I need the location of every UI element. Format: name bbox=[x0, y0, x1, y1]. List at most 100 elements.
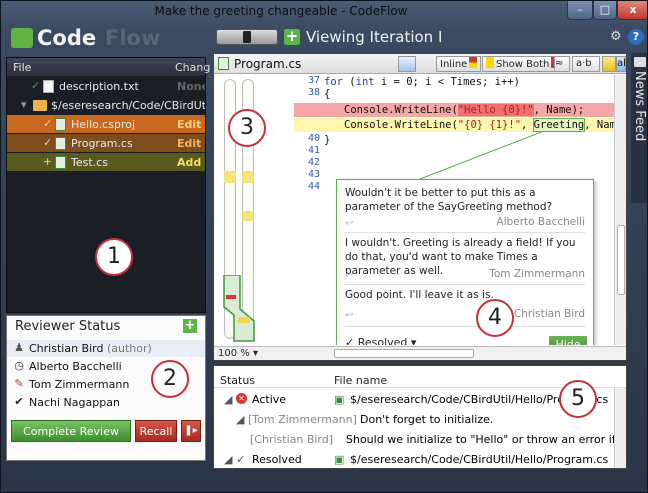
file-row[interactable]: + Test.cs Add bbox=[7, 153, 205, 171]
highlight-toggle-icon[interactable] bbox=[602, 56, 616, 72]
comment-text: Good point. I'll leave it as is. bbox=[345, 289, 494, 301]
editor-tab-title[interactable]: Program.cs bbox=[234, 57, 301, 71]
file-status: Edit bbox=[177, 137, 202, 150]
folder-icon bbox=[33, 100, 47, 111]
close-button[interactable]: x bbox=[617, 1, 647, 20]
iteration-bar: + Viewing Iteration I ⚙ ? bbox=[216, 23, 644, 51]
add-iteration-button[interactable]: + bbox=[284, 29, 300, 45]
comment-bubble-icon[interactable] bbox=[398, 56, 416, 72]
reviewer-status-title: Reviewer Status bbox=[15, 319, 121, 334]
dropdown-arrow-icon: ▾ bbox=[410, 336, 417, 345]
word-diff-button[interactable]: a·b bbox=[572, 56, 600, 72]
expand-arrow-icon[interactable]: ◢ bbox=[224, 393, 232, 406]
inline-color-icon bbox=[469, 57, 478, 68]
resolved-check-icon: ✓ bbox=[345, 336, 355, 345]
thread-comment-row[interactable]: [Christian Bird] Should we initialize to… bbox=[214, 430, 614, 448]
news-feed-tab[interactable]: News Feed bbox=[631, 53, 647, 203]
code-editor[interactable]: 37 38 39 40 41 42 43 44 for (int i = 0; … bbox=[214, 75, 614, 345]
active-thread-icon: ✕ bbox=[236, 393, 247, 404]
reviewer-row[interactable]: ♟ Christian Bird (author) bbox=[7, 340, 205, 357]
inline-view-toggle[interactable]: Inline bbox=[436, 56, 482, 72]
file-name: Program.cs bbox=[71, 137, 133, 150]
code-line-38: { bbox=[324, 88, 331, 100]
callout-1: 1 bbox=[95, 238, 133, 276]
zoom-select[interactable]: 100 % ▾ bbox=[218, 348, 258, 359]
callout-2: 2 bbox=[151, 360, 189, 398]
file-status: None bbox=[177, 80, 205, 93]
editor-vertical-scrollbar[interactable] bbox=[614, 75, 626, 345]
file-column-header[interactable]: File bbox=[13, 61, 31, 74]
maximize-button[interactable]: □ bbox=[593, 1, 617, 20]
show-both-toggle[interactable]: Show Both bbox=[482, 56, 564, 72]
zoom-value: 100 % bbox=[218, 348, 250, 359]
line-number: 40 bbox=[307, 133, 320, 144]
file-status: Edit bbox=[177, 118, 202, 131]
iteration-slider-knob[interactable] bbox=[243, 31, 251, 43]
code-line-40: } bbox=[324, 134, 331, 146]
check-icon: ✓ bbox=[43, 136, 53, 149]
logo-code-text: Code bbox=[37, 26, 97, 50]
file-row[interactable]: ✓ description.txt None bbox=[7, 77, 205, 95]
line-numbers: 37 38 39 40 41 42 43 44 bbox=[294, 75, 320, 193]
intraline-button[interactable]: ab bbox=[616, 56, 626, 72]
editor-status-bar: 100 % ▾ bbox=[214, 346, 626, 360]
resolved-status-dropdown[interactable]: ✓ Resolved ▾ bbox=[345, 336, 416, 345]
horizontal-scroll-thumb[interactable] bbox=[334, 349, 474, 358]
comment-author: [Tom Zimmermann] bbox=[248, 413, 357, 426]
author-note: (author) bbox=[106, 342, 152, 355]
gear-icon[interactable]: ⚙ bbox=[610, 30, 624, 44]
deleted-string: "Hello {0}!" bbox=[457, 104, 534, 116]
minimize-button[interactable]: – bbox=[567, 1, 593, 20]
file-row[interactable]: ✓ Hello.csproj Edit bbox=[7, 115, 205, 133]
expand-arrow-icon[interactable]: ◢ bbox=[236, 413, 244, 426]
overview-change-marker bbox=[224, 171, 236, 183]
folder-row[interactable]: ▾ $/eseresearch/Code/CBirdUtil/He bbox=[7, 96, 205, 114]
whitespace-icon[interactable]: ≈ bbox=[554, 56, 570, 72]
complete-review-button[interactable]: Complete Review bbox=[11, 420, 131, 442]
scroll-thumb[interactable] bbox=[617, 225, 625, 295]
resolved-check-icon: ✓ bbox=[236, 453, 246, 466]
news-feed-icon bbox=[634, 57, 646, 67]
window-title: Make the greeting changeable - CodeFlow bbox=[154, 4, 408, 18]
file-name: Hello.csproj bbox=[71, 118, 136, 131]
inline-label: Inline bbox=[440, 59, 468, 70]
thread-comment-row[interactable]: ◢ [Tom Zimmermann] Don't forget to initi… bbox=[214, 410, 614, 428]
thread-row[interactable]: ◢ ✓ Resolved ▣ $/eseresearch/Code/CBirdU… bbox=[214, 450, 614, 468]
line-number: 38 bbox=[307, 87, 320, 98]
recall-button[interactable]: Recall bbox=[135, 420, 177, 442]
thread-row[interactable]: ◢ ✕ Active ▣ $/eseresearch/Code/CBirdUti… bbox=[214, 390, 614, 408]
file-name: Test.cs bbox=[71, 156, 108, 169]
add-reviewer-button[interactable]: + bbox=[183, 319, 197, 333]
reviewer-name: Nachi Nagappan bbox=[29, 396, 120, 409]
more-actions-icon[interactable]: ❚▸ bbox=[181, 420, 201, 442]
overview-viewport-frame[interactable] bbox=[220, 275, 264, 345]
threads-vertical-scrollbar[interactable] bbox=[614, 388, 626, 468]
status-column-header[interactable]: Status bbox=[220, 374, 255, 387]
expand-arrow-icon[interactable]: ◢ bbox=[224, 453, 232, 466]
comment-leader-line bbox=[419, 130, 545, 180]
iteration-slider[interactable] bbox=[216, 29, 278, 45]
comment-author: Christian Bird bbox=[513, 308, 585, 320]
file-status: Add bbox=[177, 156, 202, 169]
file-row-selected[interactable]: ✓ Program.cs Edit bbox=[7, 134, 205, 152]
waiting-clock-icon: ◷ bbox=[14, 359, 24, 372]
help-icon[interactable]: ? bbox=[628, 29, 644, 45]
check-icon: ✓ bbox=[43, 117, 53, 130]
line-number: 43 bbox=[307, 169, 320, 180]
hide-button[interactable]: Hide bbox=[549, 336, 587, 345]
expand-arrow-icon[interactable]: ▾ bbox=[21, 98, 27, 111]
show-both-label: Show Both bbox=[496, 59, 550, 70]
code-view: Program.cs Inline Show Both ≈ a·b ab bbox=[213, 53, 627, 361]
signed-off-check-icon: ✔ bbox=[14, 395, 24, 408]
csharp-file-icon bbox=[55, 137, 66, 150]
change-column-header[interactable]: Chang bbox=[175, 61, 210, 74]
csharp-file-icon: ▣ bbox=[334, 453, 345, 466]
filename-column-header[interactable]: File name bbox=[334, 374, 387, 387]
comment-author: Tom Zimmermann bbox=[489, 268, 585, 280]
logo-flow-text: Flow bbox=[105, 26, 161, 50]
app-logo: Code Flow bbox=[11, 26, 211, 52]
keyword: int bbox=[355, 76, 375, 88]
news-feed-label: News Feed bbox=[632, 71, 647, 142]
csharp-file-icon bbox=[218, 57, 229, 70]
check-icon: ✓ bbox=[31, 79, 41, 92]
